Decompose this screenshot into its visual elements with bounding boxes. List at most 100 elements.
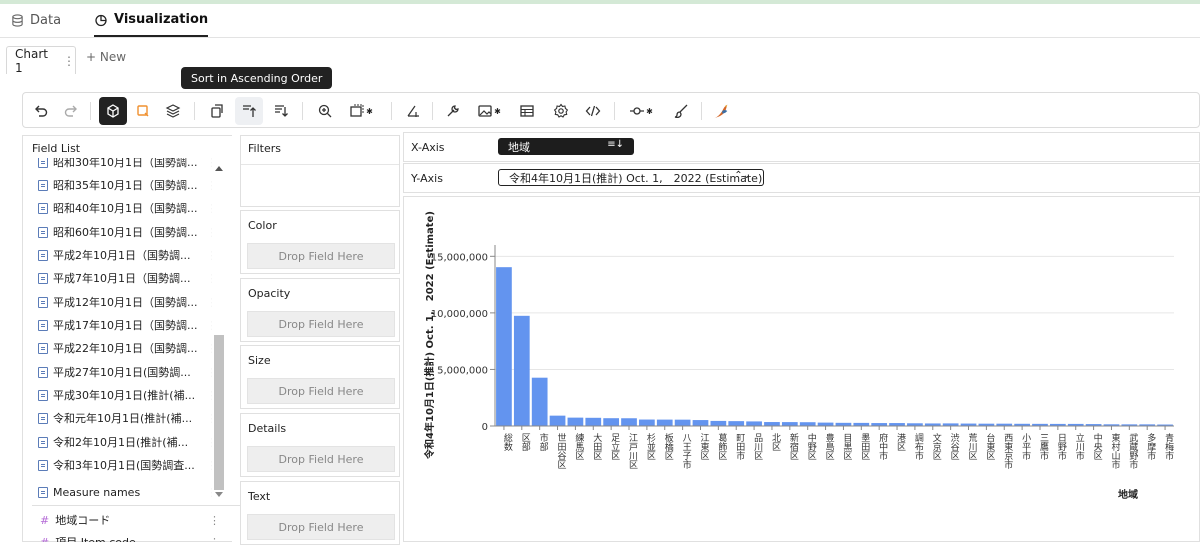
details-drop-zone[interactable]: Drop Field Here bbox=[247, 446, 395, 472]
x-tick-label: 立川市 bbox=[1074, 432, 1085, 461]
x-tick-label: 小平市 bbox=[1020, 433, 1031, 461]
list-item[interactable]: # 地域コード ⋮ bbox=[40, 510, 220, 530]
x-axis-row: X-Axis 地域 ≡↓ bbox=[403, 132, 1200, 162]
resize-button[interactable]: ✱ bbox=[341, 97, 381, 125]
toolbar: ✱ ✱ ✱ bbox=[22, 92, 1200, 128]
list-item[interactable]: 令和3年10月1日(国勢調査...⋮ bbox=[38, 455, 212, 475]
document-icon bbox=[38, 342, 48, 354]
layers-button[interactable] bbox=[159, 97, 187, 125]
layers-icon bbox=[165, 104, 181, 118]
list-item[interactable]: 令和元年10月1日(推計(補...⋮ bbox=[38, 408, 212, 428]
toolbar-divider bbox=[302, 102, 303, 120]
opacity-drop-zone[interactable]: Drop Field Here bbox=[247, 311, 395, 337]
scroll-down-icon[interactable] bbox=[215, 492, 223, 497]
list-item[interactable]: #項目 Item code⋮ bbox=[40, 532, 220, 543]
x-tick-label: 多摩市 bbox=[1145, 432, 1156, 461]
field-list-scrollbar[interactable] bbox=[212, 160, 226, 500]
wrench-icon bbox=[447, 105, 459, 117]
bar bbox=[710, 420, 727, 426]
list-item[interactable]: 平成22年10月1日（国勢調...⋮ bbox=[38, 338, 212, 358]
mark-type-button[interactable] bbox=[99, 97, 127, 125]
bar bbox=[549, 415, 566, 426]
kebab-icon[interactable]: ⋮ bbox=[209, 514, 220, 527]
list-item[interactable]: 平成30年10月1日(推計(補...⋮ bbox=[38, 385, 212, 405]
x-tick-label: 文京区 bbox=[931, 432, 942, 460]
filters-box[interactable]: Filters bbox=[240, 135, 400, 207]
x-tick-label: 港区 bbox=[895, 432, 906, 451]
sort-ascending-icon bbox=[243, 105, 256, 117]
color-drop-zone[interactable]: Drop Field Here bbox=[247, 243, 395, 269]
x-tick-label: 日野市 bbox=[1056, 433, 1067, 461]
tab-visualization[interactable]: Visualization bbox=[94, 4, 209, 37]
x-tick-label: 総数 bbox=[502, 432, 513, 452]
toolbar-divider bbox=[90, 102, 91, 120]
bar-chart: 0 5,000,000 10,000,000 15,000,000 総数 区部 市部 世田谷区… bbox=[423, 211, 1174, 501]
list-item[interactable]: 昭和60年10月1日（国勢調...⋮ bbox=[38, 222, 212, 242]
document-icon bbox=[38, 158, 48, 168]
table-icon bbox=[520, 105, 534, 117]
bar bbox=[817, 422, 834, 426]
chart-tab-active[interactable]: Chart 1 ⋮ bbox=[6, 46, 76, 75]
sort-icon[interactable]: ≡↓ bbox=[607, 139, 624, 150]
x-axis-field-pill[interactable]: 地域 ≡↓ bbox=[498, 138, 634, 155]
size-drop-zone[interactable]: Drop Field Here bbox=[247, 378, 395, 404]
tab-data[interactable]: Data bbox=[11, 4, 61, 37]
gear-icon: ✱ bbox=[494, 106, 501, 116]
list-item[interactable]: Measure names⋮ bbox=[38, 482, 212, 502]
settings-button[interactable] bbox=[547, 97, 575, 125]
transpose-button[interactable] bbox=[203, 97, 231, 125]
wrench-button[interactable] bbox=[439, 97, 467, 125]
x-tick-label: 品川区 bbox=[752, 433, 763, 460]
redo-button[interactable] bbox=[57, 97, 85, 125]
table-button[interactable] bbox=[513, 97, 541, 125]
kebab-icon[interactable]: ⋮ bbox=[209, 536, 220, 543]
bar bbox=[603, 418, 620, 426]
list-item[interactable]: 令和2年10月1日(推計(補...⋮ bbox=[38, 432, 212, 452]
scroll-up-icon[interactable] bbox=[215, 166, 223, 171]
list-item[interactable]: 平成7年10月1日（国勢調...⋮ bbox=[38, 268, 212, 288]
axis-button[interactable] bbox=[399, 97, 427, 125]
sort-descending-button[interactable] bbox=[267, 97, 295, 125]
dimension-items: #地域コード⋮ #項目 Item code⋮ bbox=[22, 508, 222, 543]
sort-ascending-button[interactable] bbox=[235, 97, 263, 125]
list-item[interactable]: 平成17年10月1日（国勢調...⋮ bbox=[38, 315, 212, 335]
kebab-icon[interactable]: ⋮ bbox=[63, 54, 75, 68]
brush-select-button[interactable] bbox=[129, 97, 157, 125]
x-axis-title: 地域 bbox=[1118, 488, 1138, 501]
image-export-button[interactable]: ✱ bbox=[469, 97, 509, 125]
document-icon bbox=[38, 272, 48, 284]
undo-button[interactable] bbox=[27, 97, 55, 125]
list-item[interactable]: 平成27年10月1日(国勢調...⋮ bbox=[38, 362, 212, 382]
toolbar-divider bbox=[614, 102, 615, 120]
document-icon bbox=[38, 436, 48, 448]
size-label: Size bbox=[248, 354, 271, 367]
list-item[interactable]: 平成12年10月1日（国勢調...⋮ bbox=[38, 292, 212, 312]
bar bbox=[639, 419, 655, 426]
list-item[interactable]: 昭和30年10月1日（国勢調...⋮ bbox=[38, 158, 212, 172]
new-chart-button[interactable]: + New bbox=[86, 50, 126, 64]
bird-logo-button[interactable] bbox=[707, 97, 735, 125]
y-axis-field-select[interactable]: 令和4年10月1日(推計) Oct. 1, 2022 (Estimate) ⌃⌄ bbox=[498, 169, 764, 186]
x-tick-label: 台東区 bbox=[984, 432, 995, 460]
bar bbox=[513, 315, 530, 426]
list-item[interactable]: 昭和40年10月1日（国勢調...⋮ bbox=[38, 198, 212, 218]
scroll-thumb[interactable] bbox=[214, 335, 224, 490]
code-button[interactable] bbox=[579, 97, 607, 125]
text-box: Text Drop Field Here bbox=[240, 481, 400, 545]
text-drop-zone[interactable]: Drop Field Here bbox=[247, 514, 395, 540]
bar bbox=[656, 419, 673, 426]
tab-visualization-label: Visualization bbox=[114, 12, 209, 27]
x-tick-label: 目黒区 bbox=[841, 433, 852, 460]
filters-divider bbox=[241, 164, 399, 165]
x-axis-field-label: 地域 bbox=[508, 140, 530, 154]
bar bbox=[621, 418, 637, 426]
list-item[interactable]: 昭和35年10月1日（国勢調...⋮ bbox=[38, 175, 212, 195]
bar bbox=[567, 417, 584, 426]
x-tick-label: 墨田区 bbox=[859, 433, 870, 460]
list-item[interactable]: 平成2年10月1日（国勢調...⋮ bbox=[38, 245, 212, 265]
paint-button[interactable] bbox=[667, 97, 695, 125]
zoom-button[interactable] bbox=[311, 97, 339, 125]
toolbar-divider bbox=[701, 102, 702, 120]
x-tick-label: 江戸川区 bbox=[627, 433, 638, 469]
line-point-button[interactable]: ✱ bbox=[621, 97, 661, 125]
